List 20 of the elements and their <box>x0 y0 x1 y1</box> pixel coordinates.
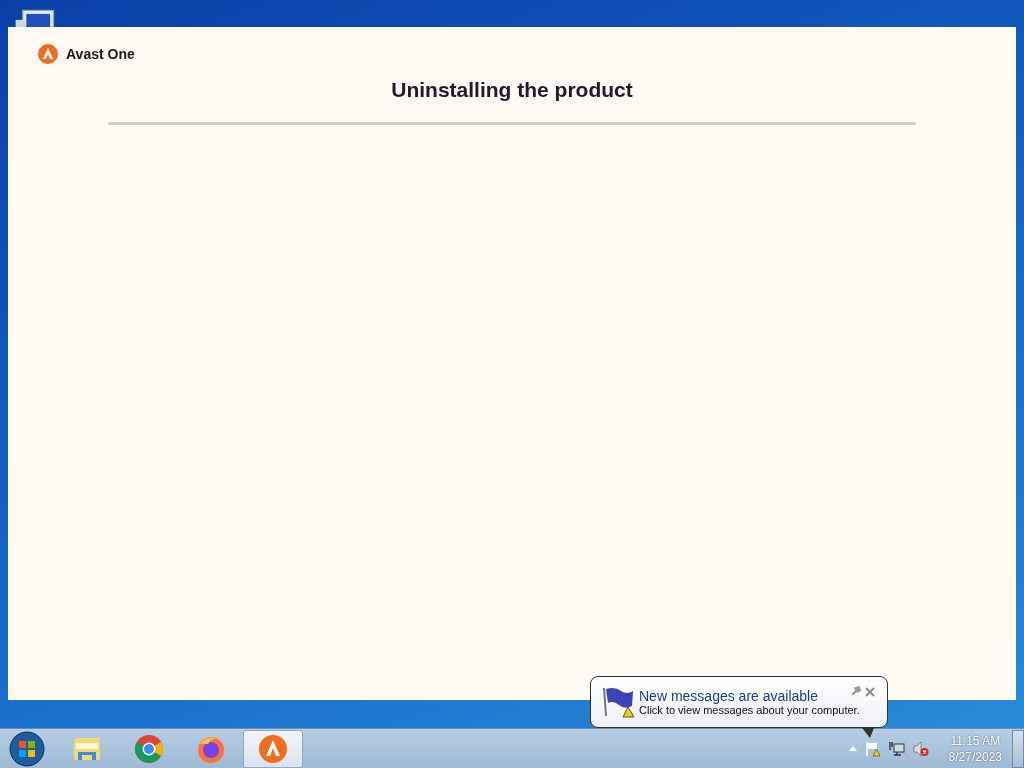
wrench-icon[interactable] <box>850 686 861 697</box>
window-title: Uninstalling the product <box>391 78 633 102</box>
show-desktop-button[interactable] <box>1012 729 1024 768</box>
start-button[interactable] <box>9 730 45 767</box>
close-icon[interactable] <box>865 687 875 697</box>
avast-logo-icon <box>258 733 288 764</box>
taskbar-app-button[interactable] <box>243 729 303 768</box>
app-name: Avast One <box>66 46 135 62</box>
avast-logo-icon <box>38 44 58 64</box>
notification-balloon[interactable]: New messages are available Click to view messages about your computer. <box>590 676 888 728</box>
flag-warning-icon <box>601 686 635 718</box>
notification-title: New messages are available <box>639 688 818 704</box>
show-hidden-icons-icon[interactable] <box>848 746 857 751</box>
browser-icon <box>134 733 164 764</box>
action-center-flag-icon[interactable] <box>864 740 881 757</box>
notification-message: Click to view messages about your computer. <box>639 704 860 716</box>
clock-date[interactable]: 8/27/2023 <box>948 748 1002 765</box>
network-icon[interactable] <box>888 740 905 757</box>
speaker-muted-icon[interactable] <box>912 740 929 757</box>
clock-time[interactable]: 11:15 AM <box>950 732 1001 749</box>
